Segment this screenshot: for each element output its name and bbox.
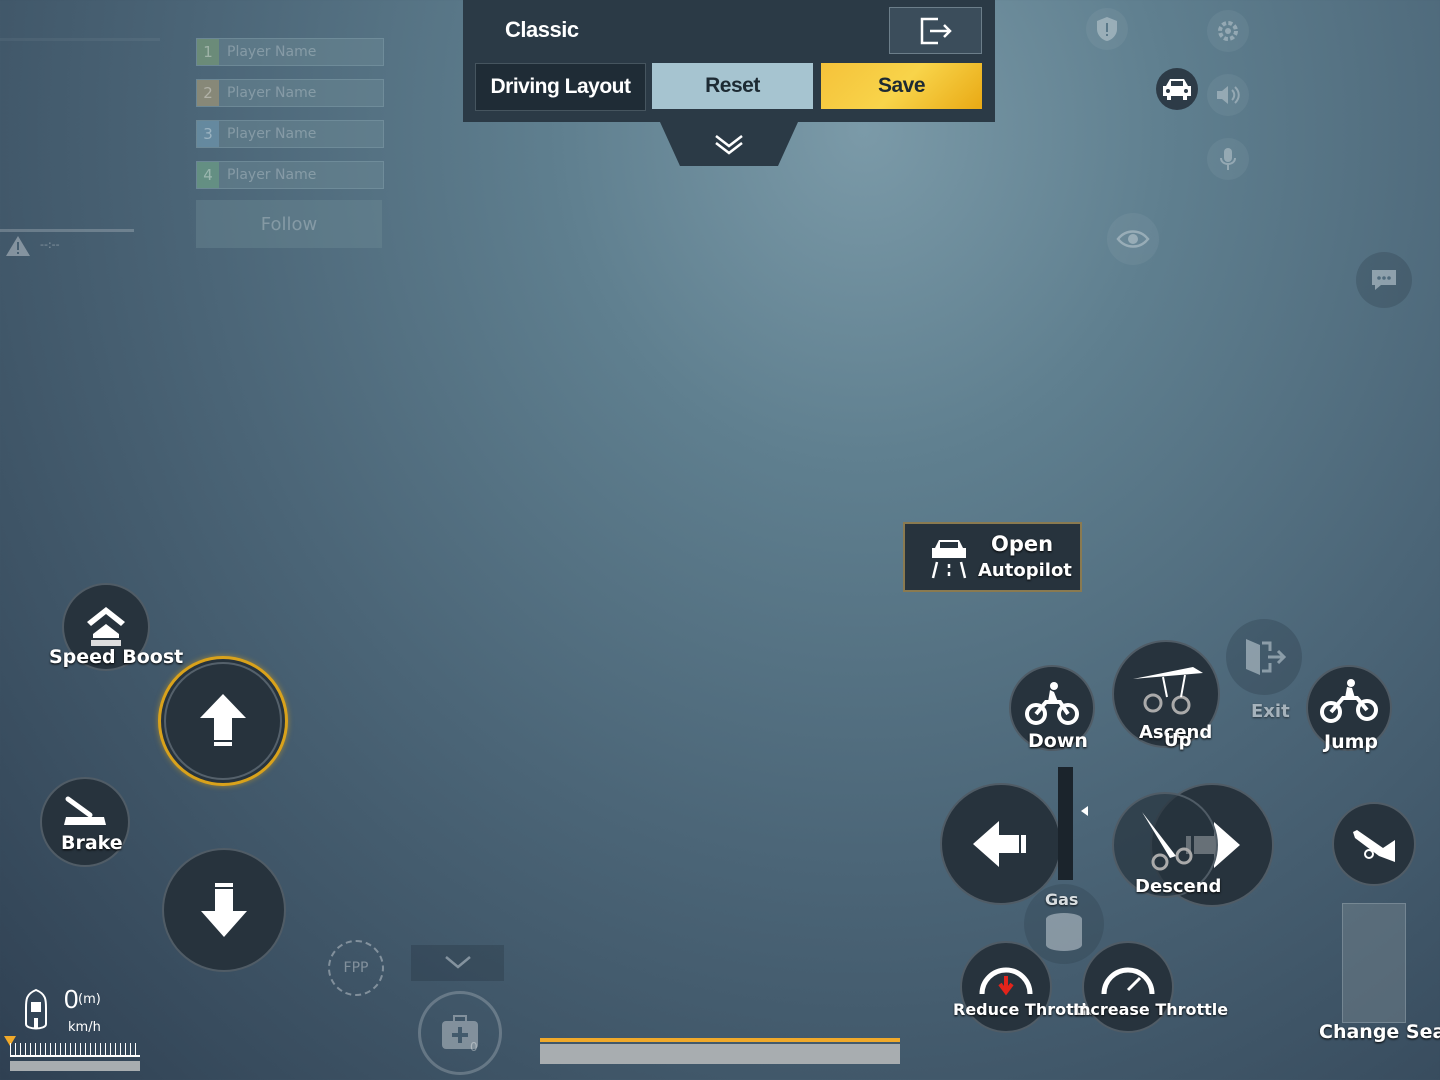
speaker-button[interactable]	[1207, 74, 1249, 116]
fpp-toggle-button[interactable]: FPP	[328, 940, 384, 996]
increase-throttle-button[interactable]	[1082, 941, 1174, 1033]
save-button[interactable]: Save	[821, 63, 982, 109]
gauge-down-icon	[979, 967, 1033, 996]
follow-button[interactable]: Follow	[196, 200, 382, 248]
exit-layout-button[interactable]	[889, 7, 982, 54]
car-icon	[1163, 79, 1191, 100]
gauge-up-icon	[1101, 967, 1155, 995]
team-member-name: Player Name	[227, 126, 317, 142]
autopilot-icon	[931, 540, 967, 579]
team-member-name: Player Name	[227, 44, 317, 60]
warning-icon	[6, 236, 30, 256]
horn-icon	[1353, 830, 1395, 862]
team-member-number: 2	[197, 80, 219, 106]
speaker-icon	[1217, 86, 1240, 104]
door-exit-icon	[1246, 639, 1286, 675]
gas-label: Gas	[1045, 890, 1079, 909]
peek-button[interactable]	[1107, 213, 1159, 265]
inventory-toggle[interactable]	[411, 945, 504, 981]
up-label: Up	[1164, 730, 1192, 751]
down-label: Down	[1028, 730, 1088, 752]
team-member-row: 1 Player Name	[196, 38, 384, 66]
microphone-icon	[1220, 148, 1236, 170]
health-bar	[0, 229, 134, 232]
left-bar	[0, 38, 160, 41]
jump-label: Jump	[1324, 731, 1378, 753]
change-seat-label: Change Seat	[1319, 1021, 1440, 1043]
driving-layout-button[interactable]: Driving Layout	[475, 63, 646, 111]
glider-icon	[1133, 667, 1203, 715]
exit-label: Exit	[1251, 701, 1290, 722]
speed-scale	[10, 1043, 140, 1057]
team-member-row: 4 Player Name	[196, 161, 384, 189]
change-seat-panel[interactable]	[1342, 903, 1406, 1023]
arrow-left-icon	[973, 821, 1026, 867]
glider-descend-icon	[1142, 812, 1193, 871]
reverse-button[interactable]	[162, 848, 286, 972]
fpp-label: FPP	[343, 960, 369, 976]
chevron-down-icon	[444, 956, 471, 969]
horn-button[interactable]	[1332, 802, 1416, 886]
gear-icon	[1218, 21, 1238, 41]
chat-button[interactable]	[1356, 252, 1412, 308]
autopilot-line1: Open	[991, 532, 1054, 556]
eye-icon	[1116, 230, 1150, 248]
throttle-slider[interactable]	[1058, 767, 1073, 880]
gas-can-icon	[1046, 913, 1082, 951]
team-member-number: 3	[197, 121, 219, 147]
speed-boost-label: Speed Boost	[49, 646, 184, 668]
team-member-number: 4	[197, 162, 219, 188]
vehicle-view-button[interactable]	[1156, 68, 1198, 110]
exit-icon	[920, 17, 952, 44]
reduce-throttle-button[interactable]	[960, 941, 1052, 1033]
shield-icon	[1097, 17, 1117, 41]
altitude-value: 0	[64, 984, 78, 1014]
reset-button[interactable]: Reset	[652, 63, 813, 109]
motorbike-jump-icon	[1320, 679, 1378, 723]
vehicle-icon	[25, 988, 47, 1030]
chat-icon	[1372, 270, 1396, 290]
settings-button[interactable]	[1207, 10, 1249, 52]
speed-unit: km/h	[68, 1020, 101, 1035]
descend-label: Descend	[1135, 876, 1222, 897]
exit-vehicle-button[interactable]	[1226, 619, 1302, 695]
collapse-panel-tab[interactable]	[660, 122, 798, 166]
status-time: --:--	[40, 238, 60, 251]
motorbike-icon	[1025, 682, 1079, 725]
shield-button[interactable]	[1086, 8, 1128, 50]
arrow-up-icon	[200, 694, 246, 746]
open-autopilot-button[interactable]: Open Autopilot	[903, 522, 1082, 592]
heal-button[interactable]	[418, 991, 502, 1075]
handbrake-icon	[64, 796, 106, 825]
arrow-down-icon	[201, 883, 247, 937]
slider-pointer-icon	[1081, 806, 1088, 816]
microphone-button[interactable]	[1207, 138, 1249, 180]
altitude-unit: (m)	[78, 992, 101, 1007]
team-member-name: Player Name	[227, 167, 317, 183]
progress-top-line	[540, 1038, 900, 1042]
increase-throttle-label: Increase Throttle	[1073, 1000, 1229, 1019]
accelerate-button[interactable]	[158, 656, 288, 786]
steer-left-button[interactable]	[940, 783, 1062, 905]
team-member-row: 2 Player Name	[196, 79, 384, 107]
autopilot-line2: Autopilot	[978, 560, 1072, 581]
team-member-row: 3 Player Name	[196, 120, 384, 148]
speed-boost-icon	[87, 607, 125, 646]
layout-title: Classic	[505, 17, 579, 42]
health-progress-bar	[540, 1044, 900, 1064]
team-member-number: 1	[197, 39, 219, 65]
brake-label: Brake	[61, 832, 123, 854]
heal-count: 0	[470, 1040, 478, 1054]
team-member-name: Player Name	[227, 85, 317, 101]
fuel-bar	[10, 1061, 140, 1071]
